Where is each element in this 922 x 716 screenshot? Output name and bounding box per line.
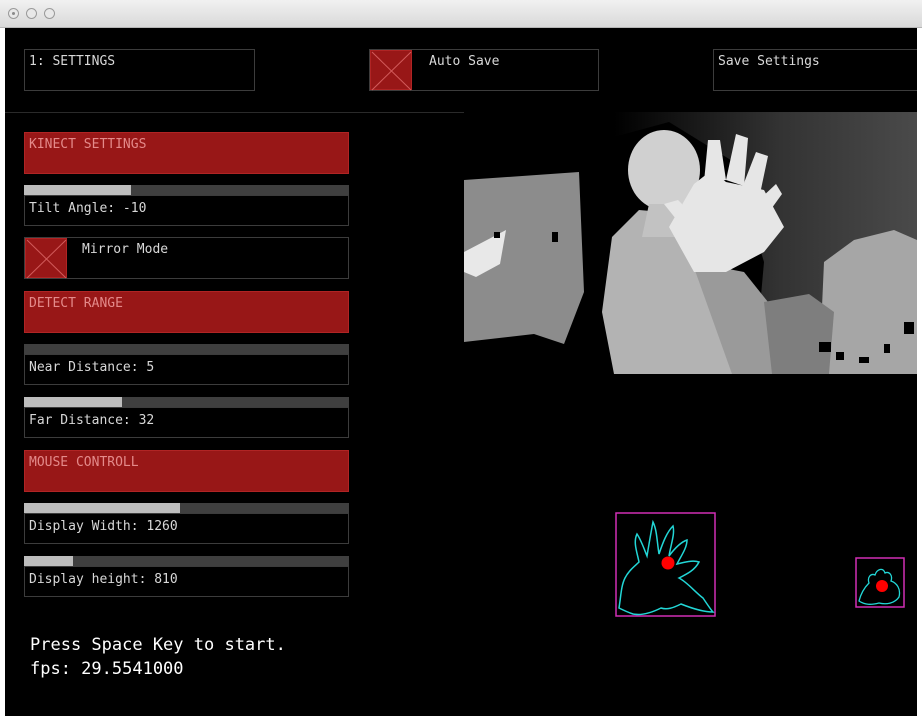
checkbox-cross-icon [371,51,412,91]
zoom-window-icon[interactable] [44,8,55,19]
mirror-mode-toggle[interactable]: Mirror Mode [24,237,349,279]
near-distance-slider[interactable]: Near Distance: 5 [24,344,349,385]
display-height-slider[interactable]: Display height: 810 [24,556,349,597]
start-prompt: Press Space Key to start. [30,635,286,655]
auto-save-toggle[interactable]: Auto Save [369,49,599,91]
mouse-control-label: MOUSE CONTROLL [29,455,139,470]
slider-value-field: Near Distance: 5 [24,354,349,385]
slider-value-field: Display height: 810 [24,566,349,597]
mirror-mode-checkbox[interactable] [25,238,67,279]
slider-value-field: Display Width: 1260 [24,513,349,544]
tracked-hand-right [855,557,905,608]
hand-point [661,556,675,570]
slider-fill [24,185,132,195]
save-settings-button[interactable]: Save Settings [713,49,917,91]
slider-value-field: Tilt Angle: -10 [24,195,349,226]
depth-camera-view [464,112,917,374]
display-width-slider[interactable]: Display Width: 1260 [24,503,349,544]
slider-value-field: Far Distance: 32 [24,407,349,438]
checkbox-cross-icon [26,239,67,279]
mirror-mode-label: Mirror Mode [82,242,169,257]
kinect-settings-header[interactable]: KINECT SETTINGS [24,132,349,174]
fps-readout: fps: 29.5541000 [30,659,184,679]
slider-fill [24,397,122,407]
near-distance-label: Near Distance: 5 [29,360,155,375]
detect-range-header[interactable]: DETECT RANGE [24,291,349,333]
display-width-label: Display Width: 1260 [29,519,178,534]
far-distance-label: Far Distance: 32 [29,413,155,428]
auto-save-checkbox[interactable] [370,50,412,91]
minimize-window-icon[interactable] [26,8,37,19]
settings-tab-label: 1: SETTINGS [29,54,116,69]
sketch-canvas: 1: SETTINGS Auto Save Save Settings KINE… [5,28,917,716]
slider-track[interactable] [24,556,349,566]
title-bar [0,0,922,28]
auto-save-label: Auto Save [429,54,500,69]
slider-fill [24,556,73,566]
hand-point [876,580,888,592]
close-window-icon[interactable] [8,8,19,19]
tilt-angle-label: Tilt Angle: -10 [29,201,147,216]
slider-fill [24,503,180,513]
mouse-control-header[interactable]: MOUSE CONTROLL [24,450,349,492]
display-height-label: Display height: 810 [29,572,178,587]
slider-track[interactable] [24,344,349,354]
far-distance-slider[interactable]: Far Distance: 32 [24,397,349,438]
detect-range-label: DETECT RANGE [29,296,123,311]
settings-tab[interactable]: 1: SETTINGS [24,49,255,91]
tracked-hand-left [615,512,716,617]
kinect-settings-label: KINECT SETTINGS [29,137,147,152]
save-settings-label: Save Settings [718,54,820,69]
app-window: 1: SETTINGS Auto Save Save Settings KINE… [0,0,922,716]
tilt-angle-slider[interactable]: Tilt Angle: -10 [24,185,349,226]
